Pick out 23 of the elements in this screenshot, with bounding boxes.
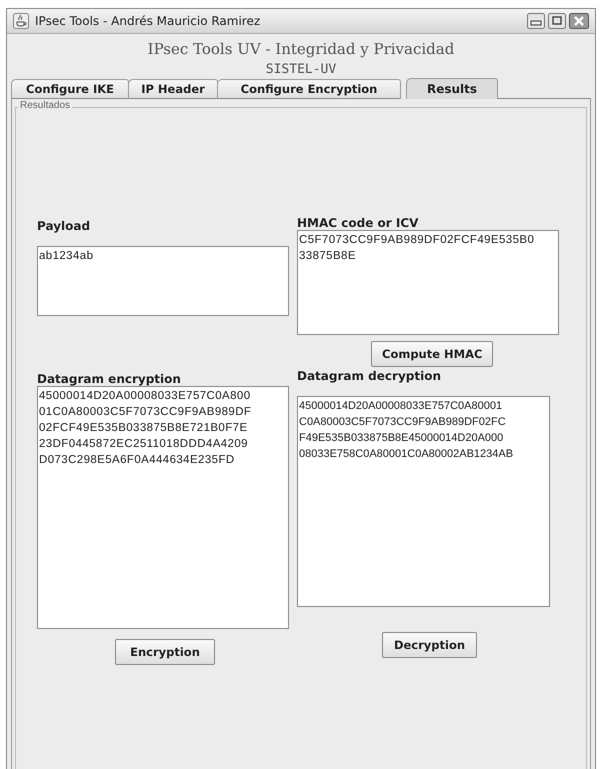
- decryption-button[interactable]: Decryption: [382, 632, 477, 658]
- coffee-cup-icon: [13, 13, 29, 29]
- field-label: Payload: [37, 219, 92, 233]
- field-label: Datagram encryption: [37, 372, 182, 386]
- tab[interactable]: IP Header: [128, 79, 218, 99]
- app-heading: IPsec Tools UV - Integridad y Privacidad: [146, 40, 456, 58]
- payload-field[interactable]: ab1234ab: [37, 246, 289, 316]
- group-title: Resultados: [18, 100, 72, 111]
- field-label: Datagram decryption: [297, 369, 442, 383]
- app-subheading: SISTEL-UV: [264, 62, 338, 77]
- maximize-icon[interactable]: [548, 13, 566, 29]
- field-label: HMAC code or ICV: [297, 216, 420, 230]
- decryption-field[interactable]: 45000014D20A00008033E757C0A80001 C0A80003C5F7073CC9F9AB989DF02FC F49E535B033875B8E45000014D20A000 08033E758C0A80001C0A80002AB1234AB: [297, 396, 550, 607]
- minimize-icon[interactable]: [527, 13, 545, 29]
- tab[interactable]: Results: [406, 78, 498, 99]
- window-title: IPsec Tools - Andrés Mauricio Ramirez: [35, 14, 260, 28]
- hmac-field[interactable]: C5F7073CC9F9AB989DF02FCF49E535B0 33875B8E: [297, 230, 559, 335]
- encryption-button[interactable]: Encryption: [115, 639, 215, 665]
- close-icon[interactable]: [569, 13, 589, 29]
- tab[interactable]: Configure Encryption: [217, 79, 401, 99]
- tab[interactable]: Configure IKE: [11, 79, 129, 99]
- compute-hmac-button[interactable]: Compute HMAC: [371, 341, 494, 367]
- encryption-field[interactable]: 45000014D20A00008033E757C0A800 01C0A80003C5F7073CC9F9AB989DF 02FCF49E535B033875B8E721B0F7E 23DF0445872EC2511018DDD4A4209 D073C298E5A6F0A444634E235FD: [37, 386, 289, 629]
